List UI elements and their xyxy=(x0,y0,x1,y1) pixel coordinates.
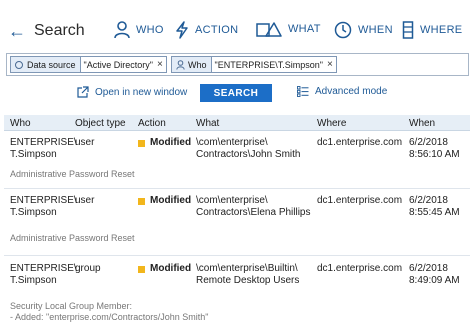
nav-action-label: ACTION xyxy=(195,24,239,36)
modified-marker-icon xyxy=(138,197,145,205)
cell-action: Modified xyxy=(138,195,191,207)
list-icon xyxy=(297,86,309,97)
cell-who: ENTERPRISE\ T.Simpson xyxy=(10,263,77,286)
nav-when-label: WHEN xyxy=(358,24,393,36)
external-link-icon xyxy=(77,86,89,98)
nav-where[interactable]: WHERE xyxy=(402,21,462,39)
table-row[interactable]: ENTERPRISE\ T.Simpson user Modified \com… xyxy=(4,195,470,245)
close-icon[interactable]: × xyxy=(156,57,166,72)
circle-icon xyxy=(15,60,23,69)
column-header-what[interactable]: What xyxy=(196,118,219,129)
row-detail: Administrative Password Reset xyxy=(10,169,135,179)
filter-box[interactable]: Data source "Active Directory" × Who "EN… xyxy=(6,53,469,76)
cell-action: Modified xyxy=(138,263,191,275)
cell-action: Modified xyxy=(138,137,191,149)
cell-object-type: user xyxy=(75,137,95,148)
cell-what: \com\enterprise\ Contractors\John Smith xyxy=(196,137,301,160)
nav-where-label: WHERE xyxy=(420,24,463,36)
modified-marker-icon xyxy=(138,265,145,273)
cell-when: 6/2/2018 8:55:45 AM xyxy=(409,195,460,218)
person-icon xyxy=(114,21,130,39)
arrow-left-icon: ← xyxy=(8,21,26,41)
top-navigation: ← Search WHO ACTION WHAT WHEN WHERE xyxy=(0,0,474,52)
results-table-header: Who Object type Action What Where When xyxy=(4,115,470,131)
person-icon xyxy=(176,59,185,70)
cell-where: dc1.enterprise.com xyxy=(317,195,403,206)
server-icon xyxy=(402,21,414,39)
advanced-mode-link[interactable]: Advanced mode xyxy=(297,86,387,97)
nav-what-label: WHAT xyxy=(288,23,321,35)
close-icon[interactable]: × xyxy=(326,57,336,72)
nav-who[interactable]: WHO xyxy=(114,21,164,39)
column-header-when[interactable]: When xyxy=(409,118,435,129)
lightning-icon xyxy=(176,21,188,39)
row-detail: Administrative Password Reset xyxy=(10,233,135,243)
filter-chip-who[interactable]: Who "ENTERPRISE\T.Simpson" × xyxy=(171,56,337,73)
nav-when[interactable]: WHEN xyxy=(334,21,393,39)
clock-icon xyxy=(334,21,352,39)
filter-chip-data-source[interactable]: Data source "Active Directory" × xyxy=(10,56,167,73)
row-divider xyxy=(4,255,470,256)
row-detail: Security Local Group Member: - Added: "e… xyxy=(10,301,209,322)
open-in-new-window-link[interactable]: Open in new window xyxy=(77,86,187,98)
nav-who-label: WHO xyxy=(136,24,164,36)
column-header-object-type[interactable]: Object type xyxy=(75,118,126,129)
shapes-icon xyxy=(256,22,282,37)
cell-when: 6/2/2018 8:49:09 AM xyxy=(409,263,460,286)
cell-object-type: user xyxy=(75,195,95,206)
cell-who: ENTERPRISE\ T.Simpson xyxy=(10,137,77,160)
cell-where: dc1.enterprise.com xyxy=(317,137,403,148)
column-header-action[interactable]: Action xyxy=(138,118,166,129)
table-row[interactable]: ENTERPRISE\ T.Simpson user Modified \com… xyxy=(4,137,470,187)
cell-where: dc1.enterprise.com xyxy=(317,263,403,274)
column-header-who[interactable]: Who xyxy=(10,118,31,129)
filter-chip-value: "ENTERPRISE\T.Simpson" xyxy=(214,59,323,70)
action-bar: Open in new window SEARCH Advanced mode xyxy=(0,82,474,104)
row-divider xyxy=(4,188,470,189)
back-button[interactable]: ← Search xyxy=(8,22,85,40)
page-title: Search xyxy=(34,22,85,39)
cell-who: ENTERPRISE\ T.Simpson xyxy=(10,195,77,218)
nav-action[interactable]: ACTION xyxy=(175,21,238,39)
cell-what: \com\enterprise\ Contractors\Elena Phill… xyxy=(196,195,311,218)
cell-when: 6/2/2018 8:56:10 AM xyxy=(409,137,460,160)
cell-object-type: group xyxy=(75,263,101,274)
column-header-where[interactable]: Where xyxy=(317,118,346,129)
filter-chip-key: Who xyxy=(172,57,212,72)
cell-what: \com\enterprise\Builtin\ Remote Desktop … xyxy=(196,263,300,286)
table-row[interactable]: ENTERPRISE\ T.Simpson group Modified \co… xyxy=(4,263,470,333)
nav-what[interactable]: WHAT xyxy=(256,21,321,37)
filter-chip-value: "Active Directory" xyxy=(83,59,153,70)
search-button[interactable]: SEARCH xyxy=(200,84,272,102)
filter-chip-key: Data source xyxy=(11,57,81,72)
modified-marker-icon xyxy=(138,139,145,147)
